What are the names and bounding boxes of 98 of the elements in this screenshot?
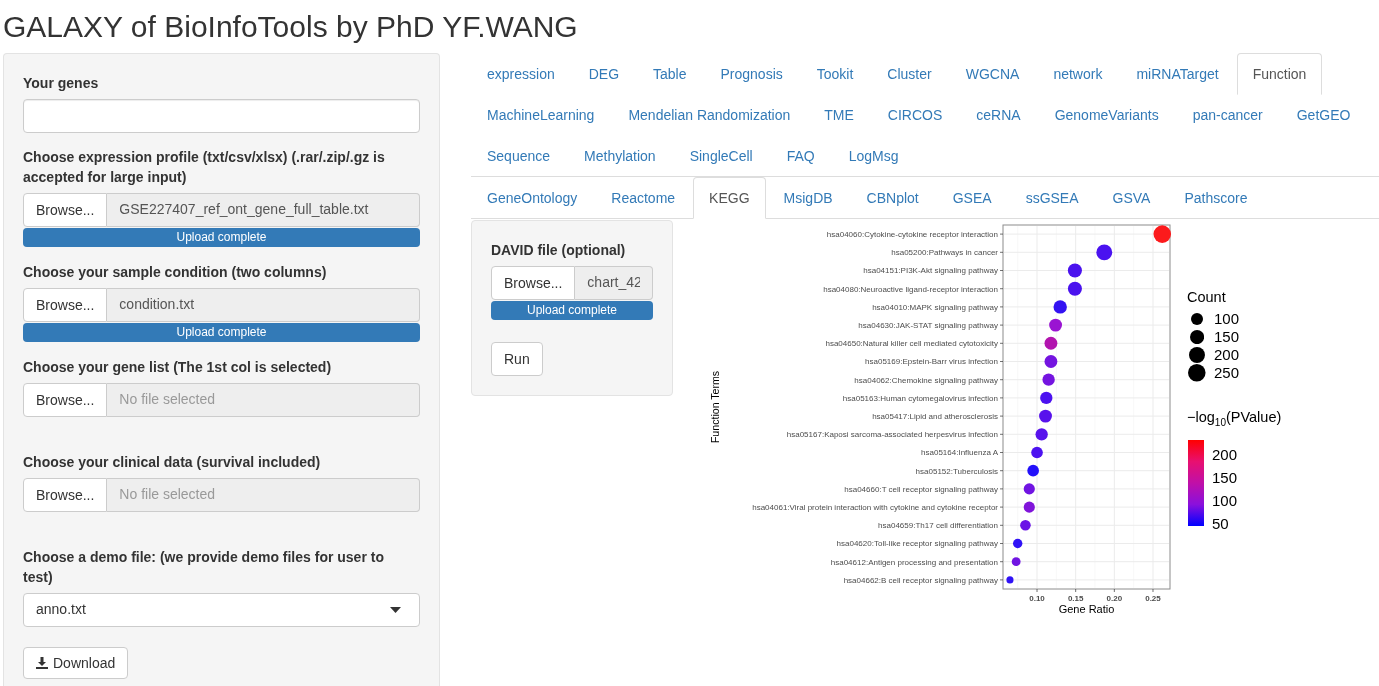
category-label: hsa05163:Human cytomegalovirus infection [842,393,998,403]
caret-icon [390,607,401,613]
tab[interactable]: ssGSEA [1009,177,1095,219]
legend-label: 200 [1212,445,1238,464]
category-label: hsa05417:Lipid and atherosclerosis [872,411,998,421]
tab[interactable]: GSEA [936,177,1008,219]
legend-label: 100 [1214,310,1240,328]
tab[interactable]: Pathscore [1168,177,1264,219]
field-label: DAVID file (optional) [491,241,627,260]
field-label: Choose your sample condition (two columns) [23,263,328,282]
category-label: hsa04612:Antigen processing and presentation [830,557,998,567]
tab[interactable]: Function [1236,53,1323,95]
tab[interactable]: MsigDB [767,177,849,219]
browse-button[interactable]: Browse... [23,193,108,227]
category-label: hsa04061:Viral protein interaction with cytokine and cytokine receptor [752,502,998,512]
tab[interactable]: Table [637,53,703,95]
tab[interactable]: miRNATarget [1120,53,1235,95]
category-label: hsa04650:Natural killer cell mediated cytotoxicity [825,339,998,349]
file-name-field[interactable]: GSE227407_ref_ont_gene_full_table.txt [107,193,420,227]
legend-label: 50 [1212,514,1229,533]
tab[interactable]: GenomeVariants [1038,94,1175,136]
legend-label: 250 [1214,364,1240,382]
tick-label: 0.10 [1029,594,1045,603]
tick-label: 0.15 [1067,594,1084,603]
tab[interactable]: GeneOntology [471,177,594,219]
category-label: hsa04010:MAPK signaling pathway [872,302,998,312]
field-label: Your genes [23,74,100,93]
tab[interactable]: pan-cancer [1176,94,1279,136]
category-label: hsa04659:Th17 cell differentiation [878,521,998,531]
size-dot-icon [1191,313,1203,325]
tab[interactable]: Tookit [800,53,870,95]
axis-title: Gene Ratio [1058,603,1115,615]
category-label: hsa05169:Epstein-Barr virus infection [865,357,998,367]
category-label: hsa04151:PI3K-Akt signaling pathway [863,266,998,276]
file-name-field[interactable]: condition.txt [107,288,420,322]
progress-label: Upload complete [526,302,618,319]
field-label: Choose a demo file: (we provide demo files for user to test) [23,548,385,587]
category-label: hsa04062:Chemokine signaling pathway [854,375,998,385]
text-field[interactable] [23,99,420,133]
legend-title: Count [1187,288,1226,306]
file-name-field[interactable]: No file selected [107,478,420,512]
tab[interactable]: Cluster [871,53,948,95]
category-label: hsa04662:B cell receptor signaling pathway [843,575,998,585]
category-label: hsa05167:Kaposi sarcoma-associated herpesvirus infection [786,430,998,440]
legend-label: 150 [1212,468,1238,487]
legend-label: 100 [1212,491,1238,510]
category-label: hsa05152:Tuberculosis [915,466,998,476]
progress-label: Upload complete [176,324,267,341]
category-label: hsa04060:Cytokine-cytokine receptor interaction [826,229,998,239]
legend-title: −log$_{10}$(PValue) [1187,408,1282,430]
tab[interactable]: ceRNA [960,94,1037,136]
tab[interactable]: expression [471,53,571,95]
download-icon [36,657,48,669]
tab[interactable]: WGCNA [949,53,1036,95]
tab[interactable]: SingleCell [673,135,769,177]
category-label: hsa04620:Toll-like receptor signaling pathway [836,539,998,549]
tick-label: 0.20 [1106,594,1123,603]
size-dot-icon [1189,329,1205,345]
tab[interactable]: DEG [572,53,636,95]
tab[interactable]: CIRCOS [871,94,959,136]
progress-label: Upload complete [176,229,267,246]
page-title: GALAXY of BioInfoTools by PhD YF.WANG [3,10,578,43]
browse-button[interactable]: Browse... [23,478,108,512]
tab[interactable]: Sequence [471,135,567,177]
field-label: Choose your clinical data (survival included) [23,453,322,472]
file-name-field[interactable]: No file selected [107,383,420,417]
download-button[interactable]: Download [23,647,129,679]
category-label: hsa04080:Neuroactive ligand-receptor interaction [823,284,998,294]
dropdown[interactable]: anno.txt [23,593,420,627]
tab[interactable]: Mendelian Randomization [612,94,807,136]
tab[interactable]: GetGEO [1280,94,1367,136]
tab[interactable]: MachineLearning [471,94,611,136]
tab[interactable]: TME [808,94,870,136]
browse-button[interactable]: Browse... [23,383,108,417]
category-label: hsa05164:Influenza A [921,448,998,458]
run-button[interactable]: Run [491,342,543,376]
browse-button[interactable]: Browse... [491,266,576,300]
legend-label: 150 [1214,328,1240,346]
legend-label: 200 [1214,346,1240,364]
category-label: hsa04630:JAK-STAT signaling pathway [858,320,998,330]
tab[interactable]: Methylation [568,135,672,177]
tab[interactable]: network [1037,53,1119,95]
browse-button[interactable]: Browse... [23,288,108,322]
field-label: Choose expression profile (txt/csv/xlsx) (.rar/.zip/.gz is accepted for large input) [23,148,386,187]
axis-title: Function Terms [709,370,721,444]
field-label: Choose your gene list (The 1st col is selected) [23,358,333,377]
size-dot-icon [1189,347,1205,363]
tab[interactable]: LogMsg [832,135,915,177]
category-label: hsa04660:T cell receptor signaling pathway [844,484,998,494]
tab[interactable]: Reactome [595,177,692,219]
tick-label: 0.25 [1145,594,1161,603]
tab[interactable]: CBNplot [850,177,935,219]
tab[interactable]: FAQ [770,135,831,177]
size-dot-icon [1188,364,1206,382]
category-label: hsa05200:Pathways in cancer [891,248,998,258]
tab[interactable]: KEGG [693,177,766,219]
tab[interactable]: GSVA [1096,177,1167,219]
tab[interactable]: Prognosis [704,53,799,95]
